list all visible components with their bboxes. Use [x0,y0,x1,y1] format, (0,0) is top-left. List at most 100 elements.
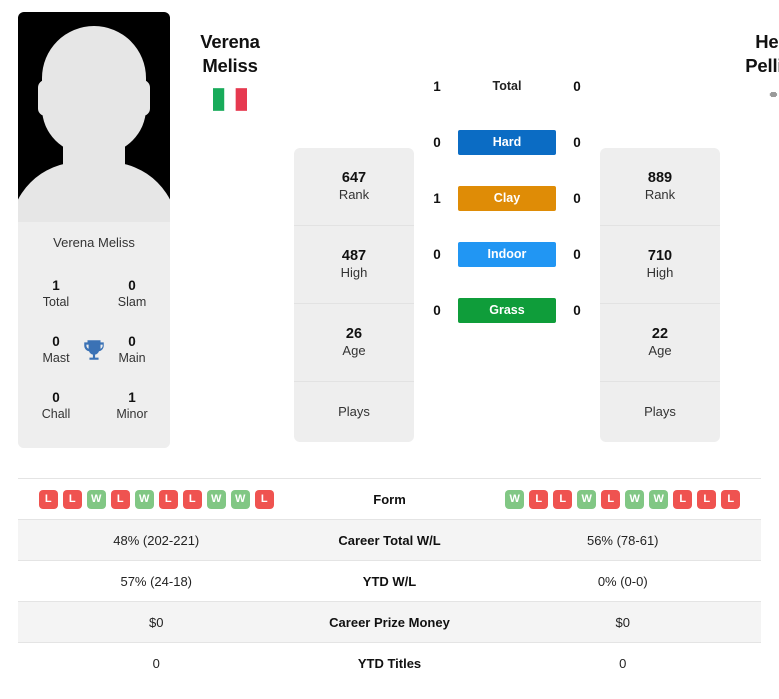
form-badge-loss[interactable]: L [721,489,741,509]
title-stat-value: 0 [128,333,136,349]
form-badge-win[interactable]: W [206,489,226,509]
title-stat-slam-left: 0 Slam [94,266,170,322]
flag-malta-icon [768,88,779,111]
surface-badge-clay[interactable]: Clay [458,185,556,211]
ytd-titles-right: 0 [619,655,627,671]
titles-row: 1 Total 0 Slam [18,266,170,322]
form-badge-loss[interactable]: L [601,489,621,509]
h2h-right-score: 0 [573,246,581,262]
rank-cell-high-right: 710 High [600,226,720,304]
form-badges-left: LLWLWLLWWL [18,489,295,509]
table-row-form: LLWLWLLWWL Form WLLWLWWLLL [18,478,761,519]
table-row-ytd-wl: 57% (24-18) YTD W/L 0% (0-0) [18,560,761,601]
form-badge-win[interactable]: W [86,489,106,509]
form-badge-win[interactable]: W [625,489,645,509]
table-row-label: Form [373,491,406,507]
form-badge-loss[interactable]: L [38,489,58,509]
titles-grid-left: 1 Total 0 Slam 0 Mast 0 Main 0 Chall 1 M… [18,262,170,448]
age-label: Age [648,343,672,359]
career-total-wl-left: 48% (202-221) [113,532,200,548]
player-rank-card-right[interactable]: 889 Rank 710 High 22 Age Plays [600,148,720,442]
h2h-row-indoor: 0 Indoor 0 [416,226,598,282]
rank-cell-plays-left: Plays [294,382,414,442]
rank-cell-plays-right: Plays [600,382,720,442]
table-row-career-prize-money: $0 Career Prize Money $0 [18,601,761,642]
ytd-wl-left: 57% (24-18) [120,573,193,589]
h2h-row-hard: 0 Hard 0 [416,114,598,170]
table-row-career-total-wl: 48% (202-221) Career Total W/L 56% (78-6… [18,519,761,560]
h2h-right-score: 0 [573,190,581,206]
form-badge-loss[interactable]: L [529,489,549,509]
form-badge-win[interactable]: W [134,489,154,509]
h2h-left-score: 1 [433,78,441,94]
h2h-left-score: 0 [433,302,441,318]
form-badge-loss[interactable]: L [673,489,693,509]
title-stat-minor-left: 1 Minor [94,378,170,434]
title-stat-label: Chall [41,406,71,421]
player-first-name-right: Helene [755,31,779,52]
flag-italy-icon [213,88,247,111]
form-badges-right: WLLWLWWLLL [485,489,762,509]
h2h-left-score: 1 [433,190,441,206]
plays-label: Plays [644,403,676,419]
form-badge-loss[interactable]: L [62,489,82,509]
form-badge-win[interactable]: W [577,489,597,509]
title-stat-value: 0 [52,333,60,349]
title-stat-value: 0 [52,389,60,405]
title-stat-value: 1 [128,389,136,405]
comparison-table: LLWLWLLWWL Form WLLWLWWLLL 48% (202-221)… [18,478,761,683]
rank-value: 889 [647,169,673,186]
title-stat-label: Total [42,294,70,309]
rank-cell-high-left: 487 High [294,226,414,304]
form-badge-win[interactable]: W [230,489,250,509]
rank-cell-rank-right: 889 Rank [600,148,720,226]
player-first-name-left: Verena [200,31,260,52]
title-stat-label: Mast [42,350,70,365]
title-stat-value: 1 [52,277,60,293]
surface-badge-indoor[interactable]: Indoor [458,241,556,267]
title-stat-chall-left: 0 Chall [18,378,94,434]
player-last-name-right: Pellicano [745,55,779,77]
h2h-row-clay: 1 Clay 0 [416,170,598,226]
surface-badge-grass[interactable]: Grass [458,297,556,323]
rank-cell-age-right: 22 Age [600,304,720,382]
player-header-area: Verena Meliss 1 Total 0 Slam 0 Mast 0 Ma… [0,0,779,478]
player-comparison-page: Verena Meliss 1 Total 0 Slam 0 Mast 0 Ma… [0,0,779,699]
h2h-label-total: Total [492,79,522,93]
h2h-right-score: 0 [573,134,581,150]
high-label: High [646,265,674,281]
rank-cell-rank-left: 647 Rank [294,148,414,226]
table-row-label: YTD W/L [362,573,417,589]
title-stat-value: 0 [128,277,136,293]
title-stat-label: Minor [116,406,148,421]
ytd-wl-right: 0% (0-0) [597,573,648,589]
form-badge-loss[interactable]: L [697,489,717,509]
ytd-titles-left: 0 [152,655,160,671]
form-badge-loss[interactable]: L [158,489,178,509]
rank-label: Rank [338,187,370,203]
h2h-left-score: 0 [433,134,441,150]
plays-label: Plays [338,403,370,419]
table-row-label: YTD Titles [357,655,422,671]
high-value: 710 [647,247,673,264]
table-row-label: Career Total W/L [338,532,441,548]
career-prize-money-left: $0 [149,614,164,630]
player-name-block-right: Helene Pellicano [727,30,779,111]
form-badge-loss[interactable]: L [182,489,202,509]
surface-badge-hard[interactable]: Hard [458,129,556,155]
h2h-left-score: 0 [433,246,441,262]
form-badge-loss[interactable]: L [110,489,130,509]
player-rank-card-left[interactable]: 647 Rank 487 High 26 Age Plays [294,148,414,442]
form-badge-loss[interactable]: L [254,489,274,509]
player-card-left[interactable]: Verena Meliss 1 Total 0 Slam 0 Mast 0 Ma… [18,12,170,448]
player-card-name-left: Verena Meliss [18,222,170,262]
form-badge-loss[interactable]: L [553,489,573,509]
career-prize-money-right: $0 [615,614,630,630]
form-badge-win[interactable]: W [649,489,669,509]
table-row-label: Career Prize Money [329,614,450,630]
player-avatar-placeholder-icon [18,12,170,222]
h2h-row-total: 1 Total 0 [416,58,598,114]
table-row-ytd-titles: 0 YTD Titles 0 [18,642,761,683]
title-stat-total-left: 1 Total [18,266,94,322]
form-badge-win[interactable]: W [505,489,525,509]
